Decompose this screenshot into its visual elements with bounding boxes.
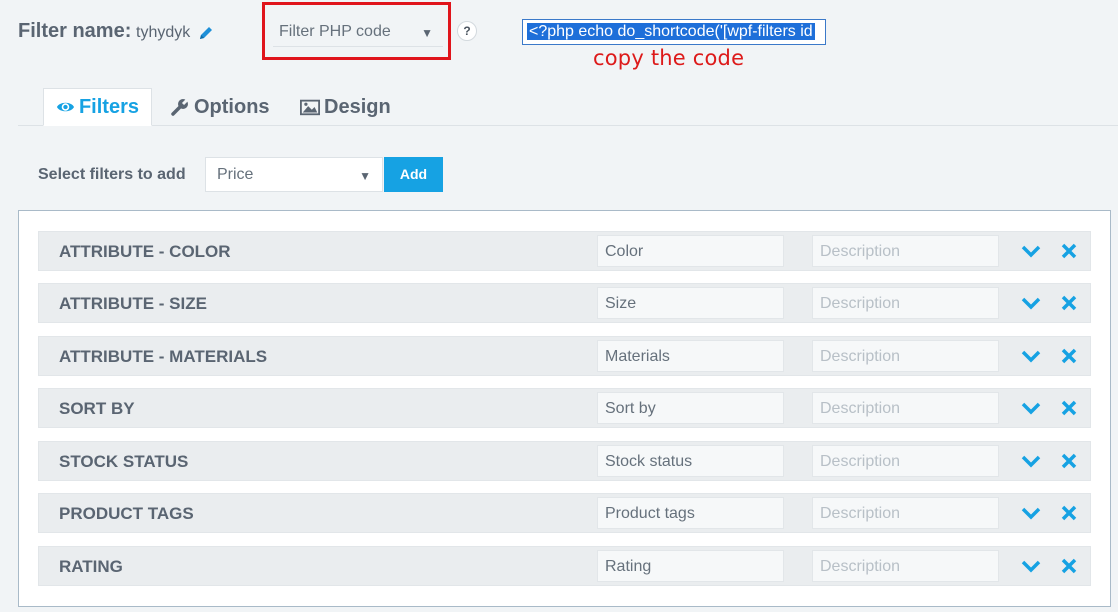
filter-title: ATTRIBUTE - MATERIALS [59,347,268,366]
filter-title: STOCK STATUS [59,452,189,471]
filter-label-input[interactable]: Rating [597,550,784,582]
chevron-down-icon[interactable] [1021,400,1041,416]
help-icon[interactable]: ? [457,21,477,41]
filter-label-input[interactable]: Product tags [597,497,784,529]
filter-title: RATING [59,557,123,576]
filter-title: ATTRIBUTE - COLOR [59,242,231,261]
filter-label-input[interactable]: Stock status [597,445,784,477]
pencil-icon[interactable] [198,25,214,41]
tab-filters[interactable]: Filters [43,88,152,126]
chevron-down-icon[interactable] [1021,558,1041,574]
close-icon[interactable] [1061,243,1077,259]
close-icon[interactable] [1061,348,1077,364]
tab-design-label: Design [324,95,391,118]
wrench-icon [171,98,189,116]
chevron-down-icon[interactable] [1021,243,1041,259]
filter-description-input[interactable]: Description [812,392,999,424]
tab-options[interactable]: Options [158,88,282,126]
tab-design[interactable]: Design [288,88,403,126]
filter-label-input[interactable]: Color [597,235,784,267]
chevron-down-icon[interactable] [1021,295,1041,311]
filter-row[interactable]: ATTRIBUTE - COLOR Color Description [38,231,1091,271]
filter-description-input[interactable]: Description [812,445,999,477]
filter-name-value: tyhydyk [136,24,191,41]
filter-title: ATTRIBUTE - SIZE [59,294,207,313]
filter-row[interactable]: PRODUCT TAGS Product tags Description [38,493,1091,533]
chevron-down-icon[interactable] [1021,505,1041,521]
close-icon[interactable] [1061,295,1077,311]
filter-name-label: Filter name: [18,20,132,42]
filter-description-input[interactable]: Description [812,235,999,267]
chevron-down-icon[interactable] [1021,453,1041,469]
caret-down-icon: ▼ [421,26,433,40]
filter-description-input[interactable]: Description [812,287,999,319]
filter-row[interactable]: RATING Rating Description [38,546,1091,586]
close-icon[interactable] [1061,558,1077,574]
tab-options-label: Options [194,95,270,118]
close-icon[interactable] [1061,505,1077,521]
chevron-down-icon[interactable] [1021,348,1041,364]
filter-title: SORT BY [59,399,135,418]
filter-description-input[interactable]: Description [812,550,999,582]
caret-down-icon: ▼ [359,169,371,183]
php-code-select-value: Filter PHP code [279,23,391,40]
shortcode-text: <?php echo do_shortcode('[wpf-filters id [527,23,815,40]
filter-description-input[interactable]: Description [812,340,999,372]
filter-row[interactable]: SORT BY Sort by Description [38,388,1091,428]
copy-code-note: copy the code [593,46,745,70]
select-filters-label: Select filters to add [38,166,186,183]
filter-label-input[interactable]: Materials [597,340,784,372]
filter-type-select-value: Price [217,166,254,183]
filter-row[interactable]: ATTRIBUTE - SIZE Size Description [38,283,1091,323]
filter-title: PRODUCT TAGS [59,504,194,523]
php-code-select[interactable]: Filter PHP code ▼ [273,15,443,47]
filter-label-input[interactable]: Sort by [597,392,784,424]
add-filter-button[interactable]: Add [384,157,443,192]
filter-description-input[interactable]: Description [812,497,999,529]
filter-row[interactable]: ATTRIBUTE - MATERIALS Materials Descript… [38,336,1091,376]
shortcode-field[interactable]: <?php echo do_shortcode('[wpf-filters id [522,19,826,45]
filter-type-select[interactable]: Price ▼ [205,157,383,192]
filters-list-panel: ATTRIBUTE - COLOR Color Description ATTR… [18,210,1111,607]
image-icon [300,99,320,116]
php-code-highlight-box: Filter PHP code ▼ [262,2,451,60]
tab-filters-label: Filters [78,95,139,118]
eye-icon [56,102,75,112]
filter-row[interactable]: STOCK STATUS Stock status Description [38,441,1091,481]
filter-label-input[interactable]: Size [597,287,784,319]
close-icon[interactable] [1061,400,1077,416]
close-icon[interactable] [1061,453,1077,469]
